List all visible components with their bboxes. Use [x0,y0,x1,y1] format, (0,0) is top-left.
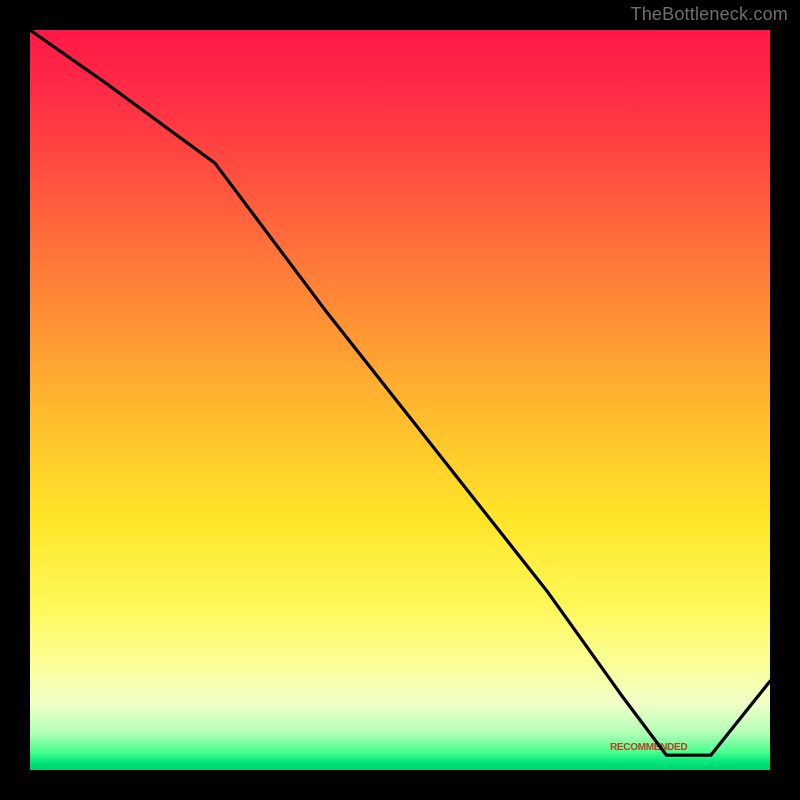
plot-area: RECOMMENDED [30,30,770,770]
chart-frame: TheBottleneck.com RECOMMENDED [0,0,800,800]
bottleneck-line [30,30,770,755]
watermark-text: TheBottleneck.com [631,4,788,25]
line-path-svg [30,30,770,770]
